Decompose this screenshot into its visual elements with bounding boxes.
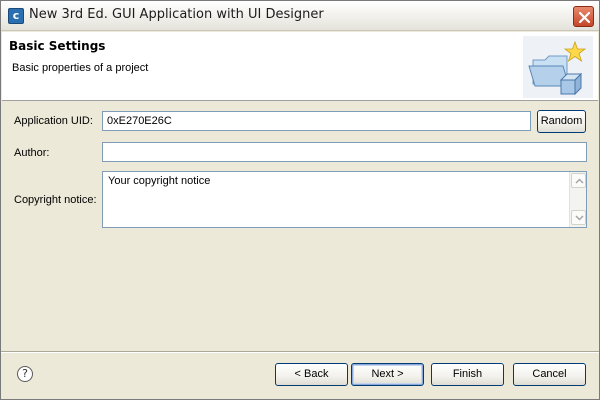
author-label: Author: (14, 147, 50, 159)
title-bar[interactable]: c New 3rd Ed. GUI Application with UI De… (1, 1, 599, 31)
chevron-down-icon (575, 215, 584, 221)
app-icon: c (8, 8, 24, 24)
folder-star-icon (523, 36, 593, 98)
page-title: Basic Settings (9, 39, 106, 53)
copyright-text: Your copyright notice (108, 175, 211, 187)
help-icon[interactable]: ? (17, 366, 33, 382)
copyright-textarea[interactable]: Your copyright notice (102, 171, 587, 228)
copyright-label: Copyright notice: (14, 194, 97, 206)
uid-input[interactable] (102, 111, 531, 131)
finish-button[interactable]: Finish (431, 363, 504, 386)
next-button[interactable]: Next > (351, 363, 424, 386)
window-title: New 3rd Ed. GUI Application with UI Desi… (29, 7, 324, 22)
back-button[interactable]: < Back (275, 363, 348, 386)
close-button[interactable] (573, 6, 594, 27)
chevron-up-icon (575, 178, 584, 184)
wizard-header: Basic Settings Basic properties of a pro… (2, 32, 598, 101)
uid-label: Application UID: (14, 115, 93, 127)
copyright-scrollbar[interactable] (569, 172, 586, 227)
author-input[interactable] (102, 142, 587, 162)
page-description: Basic properties of a project (12, 62, 149, 74)
footer-separator (1, 351, 599, 353)
cancel-button[interactable]: Cancel (513, 363, 586, 386)
scroll-down-button[interactable] (571, 210, 586, 225)
dialog-window: c New 3rd Ed. GUI Application with UI De… (0, 0, 600, 400)
random-button[interactable]: Random (537, 110, 586, 133)
scroll-up-button[interactable] (571, 173, 586, 188)
close-icon (578, 11, 591, 24)
